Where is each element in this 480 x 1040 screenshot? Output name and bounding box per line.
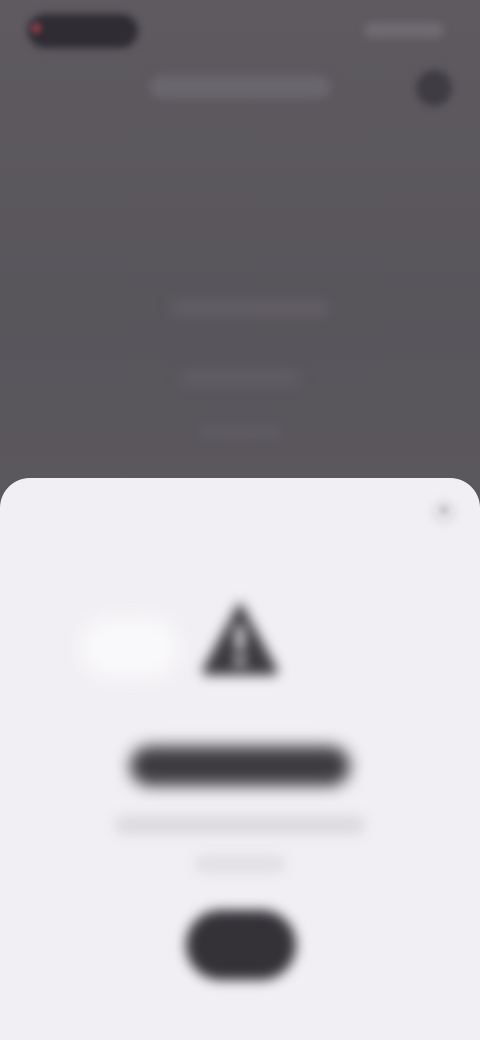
recording-indicator-icon	[30, 22, 42, 34]
background-content-line	[180, 370, 300, 386]
top-bar	[0, 60, 480, 116]
status-bar	[0, 0, 480, 60]
background-content-line	[200, 425, 280, 439]
page-title	[150, 76, 330, 98]
dimmed-backdrop[interactable]	[0, 0, 480, 500]
sheet-subtitle-line	[195, 856, 285, 872]
sheet-subtitle	[115, 816, 365, 834]
bottom-sheet: ✕	[0, 478, 480, 1040]
primary-action-button[interactable]	[186, 910, 296, 980]
warning-triangle-icon	[202, 601, 278, 675]
status-indicators	[364, 22, 444, 38]
status-time-pill	[28, 14, 138, 48]
more-icon[interactable]	[416, 70, 452, 106]
background-content-line	[170, 300, 330, 316]
close-icon: ✕	[437, 503, 451, 520]
sheet-highlight	[80, 618, 180, 678]
sheet-title	[130, 746, 350, 786]
close-button[interactable]: ✕	[430, 498, 458, 526]
